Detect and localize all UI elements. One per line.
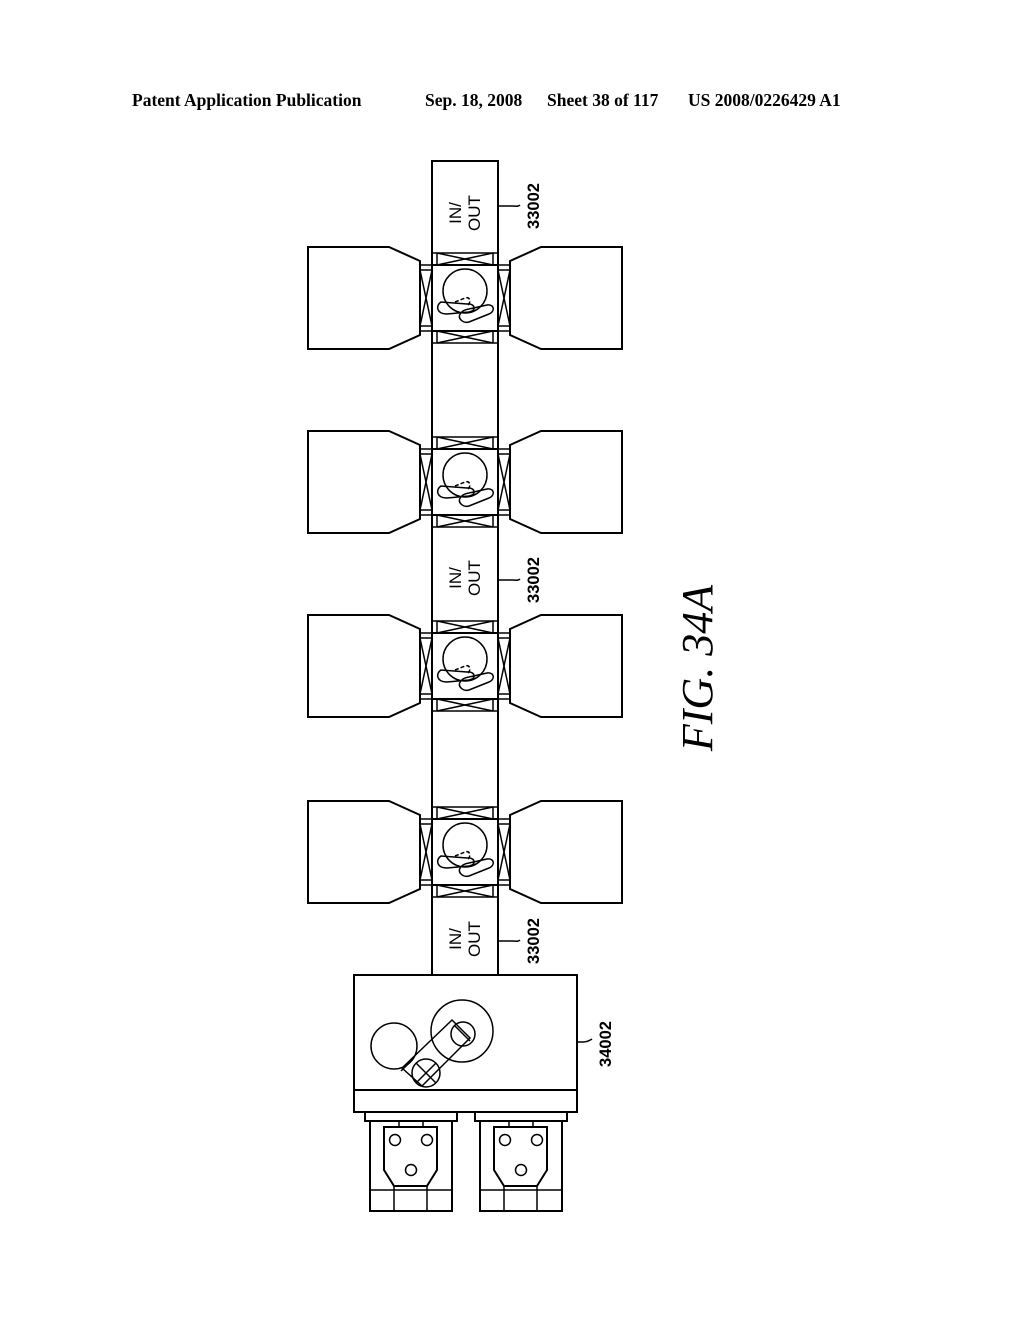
in-out-label-line1: IN/ [446,202,465,224]
leader-line [498,939,521,942]
load-port-2 [474,1111,568,1212]
patent-diagram: IN/ OUT 33002 IN/ OUT 33002 IN/ OUT 3300… [307,160,722,1212]
in-out-label-line2: OUT [465,921,484,957]
in-out-label-line2: OUT [465,560,484,596]
reference-number: 33002 [525,183,543,229]
in-out-section-2: IN/ OUT 33002 [446,557,543,603]
leader-line [577,1038,593,1043]
front-end-module: 34002 [353,974,615,1113]
reference-number: 33002 [525,557,543,603]
reference-number: 33002 [525,918,543,964]
in-out-section-1: IN/ OUT 33002 [446,183,543,231]
leader-line [498,578,521,581]
figure-label: FIG. 34A [673,584,722,752]
process-module-3 [307,614,623,718]
in-out-label-line1: IN/ [446,928,465,950]
load-port-1 [364,1111,458,1212]
leader-line [498,204,521,207]
process-module-2 [307,430,623,534]
process-module-1 [307,246,623,350]
reference-number: 34002 [597,1021,615,1067]
in-out-label-line2: OUT [465,195,484,231]
in-out-label-line1: IN/ [446,567,465,589]
in-out-section-3: IN/ OUT 33002 [446,918,543,964]
process-module-4 [307,800,623,904]
